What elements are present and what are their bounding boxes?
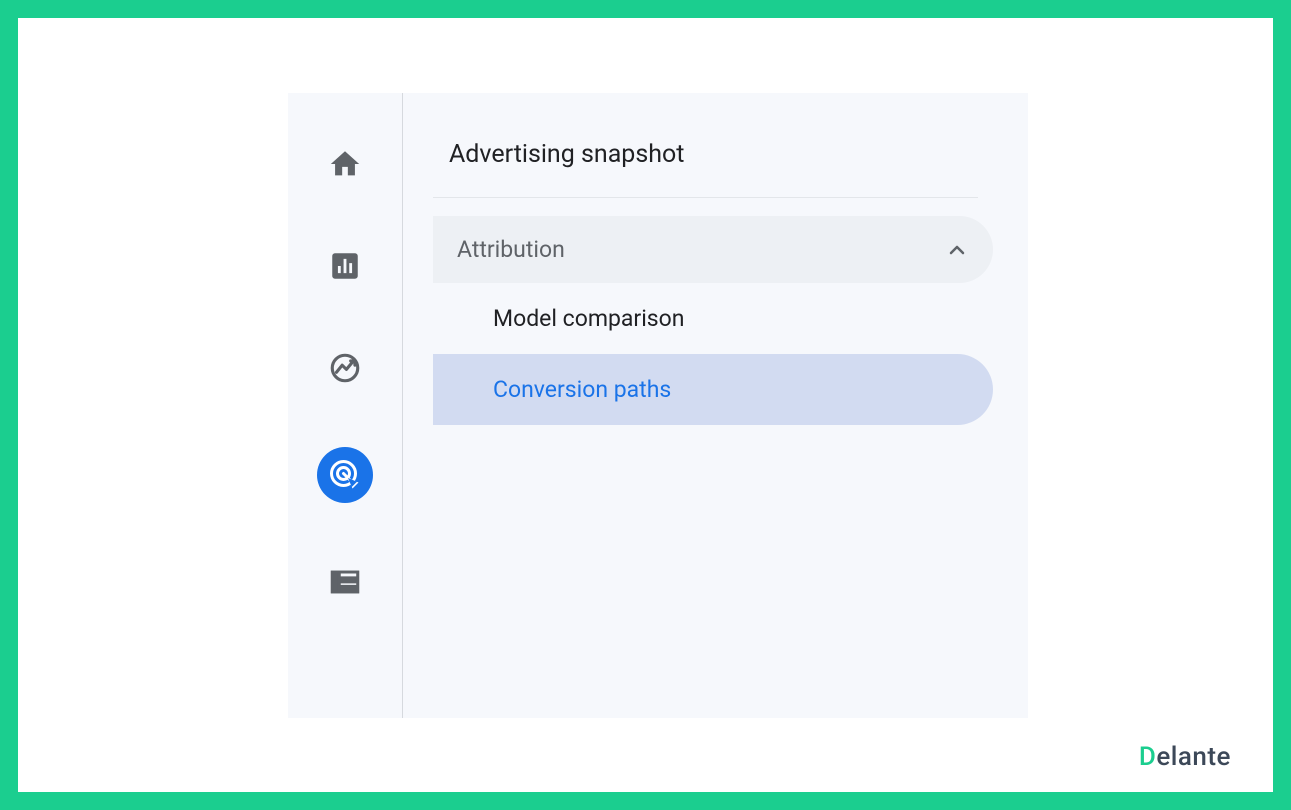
menu-header: Advertising snapshot (433, 128, 978, 198)
advertising-icon[interactable] (317, 447, 373, 503)
submenu-conversion-paths[interactable]: Conversion paths (433, 354, 993, 425)
home-icon[interactable] (322, 141, 368, 187)
brand-letter: D (1139, 742, 1156, 772)
brand-rest: elante (1156, 742, 1231, 772)
analytics-sidebar-panel: Advertising snapshot Attribution Model c… (288, 93, 1028, 718)
menu-section: Attribution Model comparison Conversion … (433, 216, 993, 425)
section-title: Attribution (457, 236, 565, 263)
brand-logo: Delante (1139, 742, 1231, 772)
menu-panel: Advertising snapshot Attribution Model c… (403, 93, 1028, 718)
explore-icon[interactable] (322, 345, 368, 391)
chevron-up-icon (945, 238, 969, 262)
frame: Advertising snapshot Attribution Model c… (0, 0, 1291, 810)
attribution-toggle[interactable]: Attribution (433, 216, 993, 283)
icon-rail (288, 93, 403, 718)
configure-icon[interactable] (322, 559, 368, 605)
submenu-model-comparison[interactable]: Model comparison (433, 283, 993, 354)
reports-icon[interactable] (322, 243, 368, 289)
